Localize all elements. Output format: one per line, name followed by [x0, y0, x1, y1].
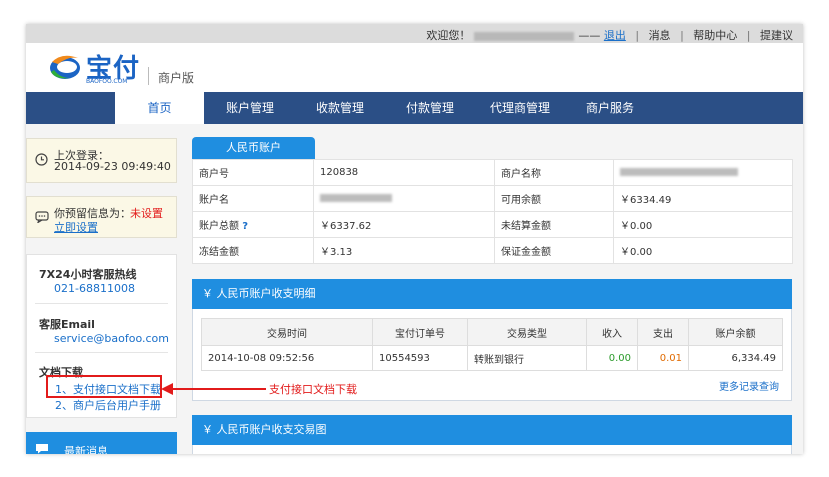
set-now-link[interactable]: 立即设置 — [54, 219, 98, 235]
label-total-amount: 账户总额 ? — [192, 211, 314, 238]
more-records-link[interactable]: 更多记录查询 — [719, 378, 779, 393]
table-row: 2014-10-08 09:52:56 10554593 转账到银行 0.00 … — [201, 345, 783, 371]
logout-link[interactable]: 退出 — [604, 29, 626, 42]
label-deposit-amount: 保证金金额 — [494, 237, 614, 264]
col-order-no: 宝付订单号 — [372, 318, 468, 346]
value-available-balance: ￥6334.49 — [613, 185, 793, 212]
col-time: 交易时间 — [201, 318, 373, 346]
value-account-name-blurred — [313, 185, 495, 212]
annotation-highlight-box — [46, 375, 162, 398]
help-question-icon[interactable]: ? — [242, 221, 248, 232]
username-blurred — [474, 31, 575, 41]
welcome-dashes: —— — [578, 29, 601, 42]
email-label: 客服Email — [39, 318, 95, 331]
col-type: 交易类型 — [467, 318, 587, 346]
col-balance: 账户余额 — [688, 318, 783, 346]
value-deposit-amount: ￥0.00 — [613, 237, 793, 264]
chart-panel-title: ￥ 人民币账户收支交易图 — [192, 415, 792, 445]
label-account-name: 账户名 — [192, 185, 314, 212]
latest-news-header[interactable]: 最新消息 — [26, 432, 177, 454]
messages-link[interactable]: 消息 — [649, 29, 671, 42]
help-center-link[interactable]: 帮助中心 — [693, 29, 737, 42]
logo-subtext: BAOFOO.COM — [86, 78, 128, 85]
reserved-info-status: 未设置 — [130, 207, 163, 220]
nav-merchant-service[interactable]: 商户服务 — [564, 92, 656, 124]
table-row: 账户名 可用余额 ￥6334.49 — [192, 185, 793, 212]
table-row: 冻结金额 ￥3.13 保证金金额 ￥0.00 — [192, 237, 793, 264]
main-nav: 首页 账户管理 收款管理 付款管理 代理商管理 商户服务 — [26, 92, 803, 124]
table-row: 账户总额 ? ￥6337.62 未结算金额 ￥0.00 — [192, 211, 793, 238]
annotation-text: 支付接口文档下载 — [269, 383, 357, 396]
top-bar: 欢迎您！ —— 退出 | 消息 | 帮助中心 | 提建议 — [26, 24, 803, 43]
table-header-row: 交易时间 宝付订单号 交易类型 收入 支出 账户余额 — [201, 318, 783, 346]
nav-agent-management[interactable]: 代理商管理 — [476, 92, 564, 124]
value-unsettled-amount: ￥0.00 — [613, 211, 793, 238]
tab-rmb-account[interactable]: 人民币账户 — [192, 137, 315, 159]
edition-label: 商户版 — [158, 71, 195, 85]
hotline-number: 021-68811008 — [54, 282, 135, 295]
value-frozen-amount: ￥3.13 — [313, 237, 495, 264]
browser-frame: 欢迎您！ —— 退出 | 消息 | 帮助中心 | 提建议 宝付 BAOFOO.CO… — [26, 24, 803, 454]
label-available-balance: 可用余额 — [494, 185, 614, 212]
value-merchant-no: 120838 — [313, 159, 495, 186]
cell-order-no: 10554593 — [372, 345, 468, 371]
account-info-table: 商户号 120838 商户名称 账户名 可用余额 ￥6334.49 账户总额 ?… — [192, 159, 793, 264]
label-unsettled-amount: 未结算金额 — [494, 211, 614, 238]
separator: | — [746, 29, 751, 42]
label-merchant-name: 商户名称 — [494, 159, 614, 186]
header: 宝付 BAOFOO.COM 商户版 — [26, 43, 803, 92]
nav-home[interactable]: 首页 — [115, 92, 204, 124]
separator: | — [635, 29, 640, 42]
nav-account-management[interactable]: 账户管理 — [204, 92, 296, 124]
label-frozen-amount: 冻结金额 — [192, 237, 314, 264]
transaction-table: 交易时间 宝付订单号 交易类型 收入 支出 账户余额 2014-10-08 09… — [201, 318, 783, 371]
cell-expense: 0.01 — [637, 345, 689, 371]
col-expense: 支出 — [637, 318, 689, 346]
reserved-info-box: 你预留信息为： 未设置 立即设置 — [26, 196, 177, 238]
table-row: 商户号 120838 商户名称 — [192, 159, 793, 186]
value-total-amount: ￥6337.62 — [313, 211, 495, 238]
doc-link-user-manual[interactable]: 2、商户后台用户手册 — [55, 397, 161, 413]
detail-panel-title: ￥ 人民币账户收支明细 — [192, 279, 792, 309]
email-value[interactable]: service@baofoo.com — [54, 332, 169, 345]
annotation-arrow-line — [172, 388, 266, 390]
divider — [35, 352, 168, 353]
nav-collection-management[interactable]: 收款管理 — [296, 92, 384, 124]
top-links: 欢迎您！ —— 退出 | 消息 | 帮助中心 | 提建议 — [426, 27, 793, 43]
col-income: 收入 — [586, 318, 638, 346]
suggest-link[interactable]: 提建议 — [760, 29, 793, 42]
last-login-box: 上次登录： 2014-09-23 09:49:40 — [26, 138, 177, 183]
chat-bubble-icon — [36, 444, 48, 454]
welcome-text: 欢迎您！ — [426, 29, 471, 42]
baofoo-logo-icon[interactable] — [48, 52, 82, 82]
cell-income: 0.00 — [586, 345, 638, 371]
cell-time: 2014-10-08 09:52:56 — [201, 345, 373, 371]
latest-news-label: 最新消息 — [64, 445, 108, 454]
label-merchant-no: 商户号 — [192, 159, 314, 186]
nav-payment-management[interactable]: 付款管理 — [384, 92, 476, 124]
value-merchant-name-blurred — [613, 159, 793, 186]
divider — [35, 303, 168, 304]
cell-balance: 6,334.49 — [688, 345, 783, 371]
logo-divider — [148, 67, 149, 85]
last-login-time: 2014-09-23 09:49:40 — [54, 160, 171, 173]
chat-bubble-icon — [35, 211, 49, 223]
separator: | — [680, 29, 684, 42]
clock-icon — [35, 153, 48, 166]
cell-type: 转账到银行 — [467, 345, 587, 371]
hotline-label: 7X24小时客服热线 — [39, 268, 137, 281]
